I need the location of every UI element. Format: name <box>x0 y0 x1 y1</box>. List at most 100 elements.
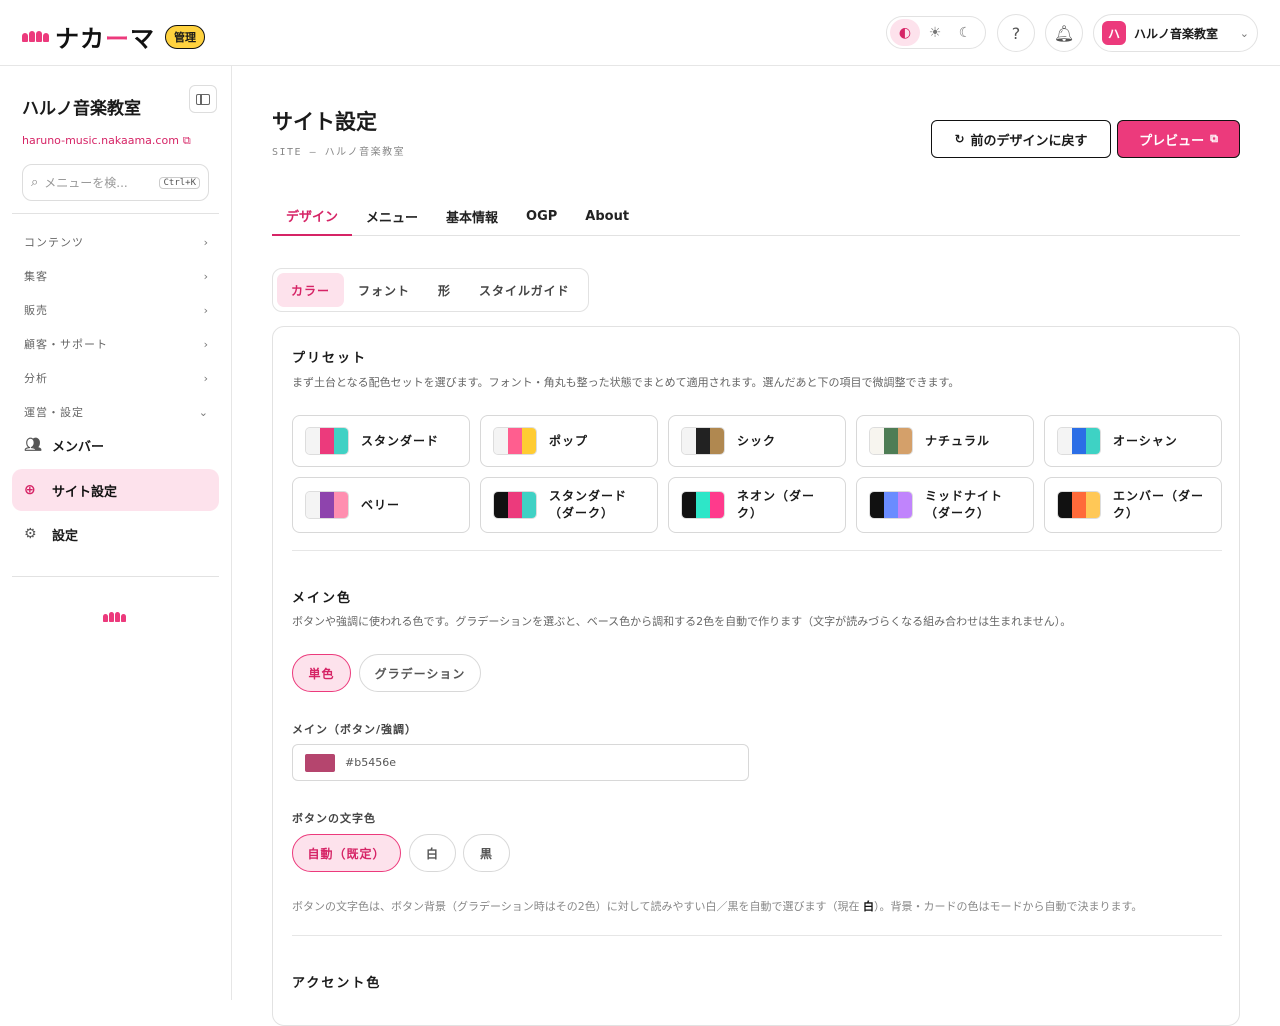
settings-tabs: デザイン メニュー 基本情報 OGP About <box>272 196 1240 236</box>
preset-name: スタンダード <box>361 433 440 448</box>
swatch-color <box>884 492 898 518</box>
preset-card[interactable]: ナチュラル <box>856 415 1034 467</box>
preset-swatch <box>869 491 913 519</box>
swatch-color <box>710 492 724 518</box>
bell-icon: 🔔︎ <box>1053 23 1075 43</box>
swatch-color <box>1058 492 1072 518</box>
tab-menu[interactable]: メニュー <box>352 196 432 236</box>
revert-design-button[interactable]: ↻ 前のデザインに戻す <box>931 120 1111 158</box>
color-value: #b5456e <box>345 756 396 769</box>
tab-basic-info[interactable]: 基本情報 <box>432 196 512 236</box>
design-subtabs: カラー フォント 形 スタイルガイド <box>272 268 589 312</box>
swatch-color <box>508 428 522 454</box>
gradient-mode-button[interactable]: グラデーション <box>359 654 481 692</box>
preset-name: ミッドナイト（ダーク） <box>925 489 1004 520</box>
site-name: ハルノ音楽教室 <box>22 99 141 119</box>
tab-about[interactable]: About <box>571 196 643 236</box>
button-text-note: ボタンの文字色は、ボタン背景（グラデーション時はその2色）に対して読みやすい白／… <box>292 900 1143 913</box>
globe-icon: ⊕ <box>24 482 36 498</box>
help-button[interactable]: ? <box>997 14 1035 52</box>
preset-card[interactable]: エンバー（ダーク） <box>1044 477 1222 533</box>
preset-card[interactable]: ミッドナイト（ダーク） <box>856 477 1034 533</box>
preset-swatch <box>305 427 349 455</box>
search-icon: ⌕ <box>31 175 39 190</box>
sidebar-group-operations[interactable]: 運営・設定 ⌄ <box>24 404 209 420</box>
sidebar-item-site-settings[interactable]: ⊕ サイト設定 <box>12 469 219 511</box>
button-text-black-option[interactable]: 黒 <box>463 834 510 872</box>
preset-name: ネオン（ダーク） <box>737 489 816 520</box>
sidebar-item-label: 設定 <box>52 528 79 544</box>
presets-description: まず土台となる配色セットを選びます。フォント・角丸も整った状態でまとめて適用され… <box>292 376 960 389</box>
divider <box>12 213 219 214</box>
tab-design[interactable]: デザイン <box>272 196 353 236</box>
button-text-auto-option[interactable]: 自動（既定） <box>292 834 401 872</box>
auto-theme-icon[interactable]: ◐ <box>890 19 920 46</box>
preset-card[interactable]: ネオン（ダーク） <box>668 477 846 533</box>
swatch-color <box>508 492 522 518</box>
sidebar-toggle-button[interactable] <box>189 85 217 113</box>
preset-swatch <box>681 427 725 455</box>
main-color-label: メイン（ボタン/強調） <box>292 723 418 736</box>
subtab-style-guide[interactable]: スタイルガイド <box>465 273 584 307</box>
button-text-white-option[interactable]: 白 <box>409 834 456 872</box>
preset-swatch <box>869 427 913 455</box>
app-logo[interactable]: ナカーマ 管理 <box>22 19 205 54</box>
swatch-color <box>710 428 724 454</box>
button-text-color-label: ボタンの文字色 <box>292 812 376 825</box>
swatch-color <box>320 492 334 518</box>
swatch-color <box>320 428 334 454</box>
light-theme-icon[interactable]: ☀ <box>920 19 950 46</box>
preset-card[interactable]: スタンダード <box>292 415 470 467</box>
chevron-right-icon: › <box>203 303 209 317</box>
sidebar-group-support[interactable]: 顧客・サポート › <box>24 336 209 352</box>
swatch-color <box>696 492 710 518</box>
site-url-link[interactable]: haruno-music.nakaama.com ⧉ <box>22 134 191 148</box>
swatch-color <box>306 492 320 518</box>
user-menu[interactable]: ハ ハルノ音楽教室 ⌄ <box>1093 14 1258 52</box>
sidebar-item-settings[interactable]: ⚙︎ 設定 <box>12 513 219 555</box>
page-subtitle: SITE — ハルノ音楽教室 <box>272 147 406 158</box>
admin-badge: 管理 <box>165 24 205 49</box>
sidebar-group-marketing[interactable]: 集客 › <box>24 268 209 284</box>
color-settings-card: プリセット まず土台となる配色セットを選びます。フォント・角丸も整った状態でまと… <box>272 326 1240 1026</box>
footer-logo-icon <box>103 612 126 622</box>
sidebar-group-sales[interactable]: 販売 › <box>24 302 209 318</box>
search-placeholder: メニューを検... <box>44 176 128 190</box>
preset-card[interactable]: シック <box>668 415 846 467</box>
notifications-button[interactable]: 🔔︎ <box>1045 14 1083 52</box>
sidebar-group-analytics[interactable]: 分析 › <box>24 370 209 386</box>
chevron-right-icon: › <box>203 337 209 351</box>
dark-theme-icon[interactable]: ☾ <box>950 19 980 46</box>
swatch-color <box>1086 428 1100 454</box>
swatch-color <box>1058 428 1072 454</box>
tab-ogp[interactable]: OGP <box>512 196 571 236</box>
preset-card[interactable]: オーシャン <box>1044 415 1222 467</box>
preset-card[interactable]: ポップ <box>480 415 658 467</box>
sidebar-item-label: サイト設定 <box>52 484 118 500</box>
solid-mode-button[interactable]: 単色 <box>292 654 351 692</box>
chevron-right-icon: › <box>203 235 209 249</box>
preset-swatch <box>681 491 725 519</box>
subtab-color[interactable]: カラー <box>277 273 345 307</box>
divider <box>12 576 219 577</box>
color-swatch[interactable] <box>305 753 335 772</box>
accent-color-title: アクセント色 <box>292 976 382 991</box>
main-content: サイト設定 SITE — ハルノ音楽教室 ↻ 前のデザインに戻す プレビュー ⧉… <box>232 66 1280 1026</box>
main-color-input[interactable]: #b5456e <box>292 744 749 781</box>
sidebar-item-members[interactable]: 👥︎ メンバー <box>12 424 219 466</box>
preset-swatch <box>493 491 537 519</box>
main-color-description: ボタンや強調に使われる色です。グラデーションを選ぶと、ベース色から調和する2色を… <box>292 615 1072 628</box>
undo-icon: ↻ <box>954 132 965 146</box>
logo-mark-icon <box>22 31 49 42</box>
preset-swatch <box>305 491 349 519</box>
chevron-right-icon: › <box>203 371 209 385</box>
gear-icon: ⚙︎ <box>24 526 37 542</box>
sidebar-group-content[interactable]: コンテンツ › <box>24 234 209 250</box>
subtab-shape[interactable]: 形 <box>424 273 465 307</box>
preset-card[interactable]: スタンダード（ダーク） <box>480 477 658 533</box>
menu-search-input[interactable]: ⌕ メニューを検... Ctrl+K <box>22 164 209 201</box>
preview-button[interactable]: プレビュー ⧉ <box>1117 120 1240 158</box>
subtab-font[interactable]: フォント <box>344 273 424 307</box>
theme-switch: ◐ ☀ ☾ <box>886 16 986 49</box>
preset-card[interactable]: ベリー <box>292 477 470 533</box>
